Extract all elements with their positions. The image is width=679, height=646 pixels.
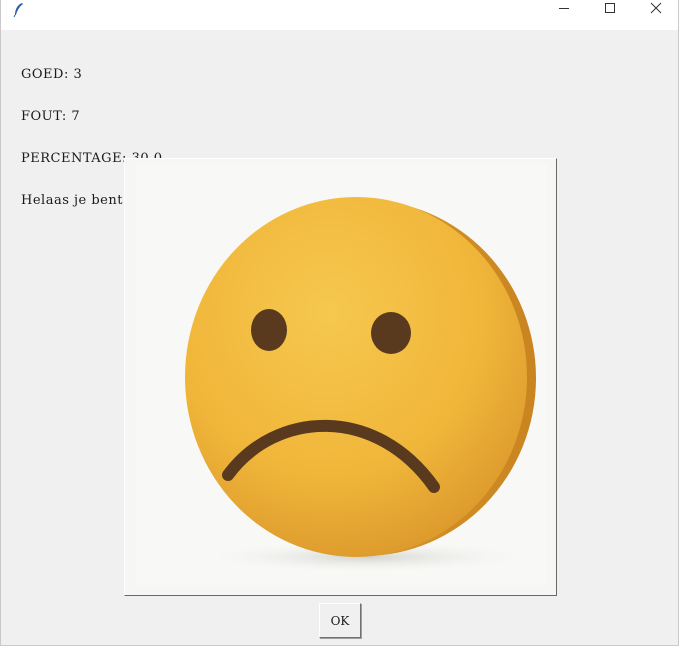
sad-face-emoji bbox=[185, 197, 536, 573]
feather-icon bbox=[11, 2, 27, 18]
minimize-icon bbox=[558, 2, 570, 14]
result-image-frame bbox=[124, 158, 557, 596]
close-icon bbox=[650, 2, 662, 14]
maximize-button[interactable] bbox=[587, 0, 633, 30]
app-window: GOED: 3 FOUT: 7 PERCENTAGE: 30.0 Helaas … bbox=[0, 0, 679, 646]
goed-label: GOED: 3 bbox=[21, 67, 83, 82]
close-button[interactable] bbox=[633, 0, 678, 30]
title-bar[interactable] bbox=[1, 0, 678, 30]
fout-label: FOUT: 7 bbox=[21, 109, 81, 124]
minimize-button[interactable] bbox=[541, 0, 587, 30]
ok-button[interactable]: OK bbox=[319, 603, 361, 638]
sad-face-image bbox=[136, 165, 547, 585]
maximize-icon bbox=[604, 2, 616, 14]
